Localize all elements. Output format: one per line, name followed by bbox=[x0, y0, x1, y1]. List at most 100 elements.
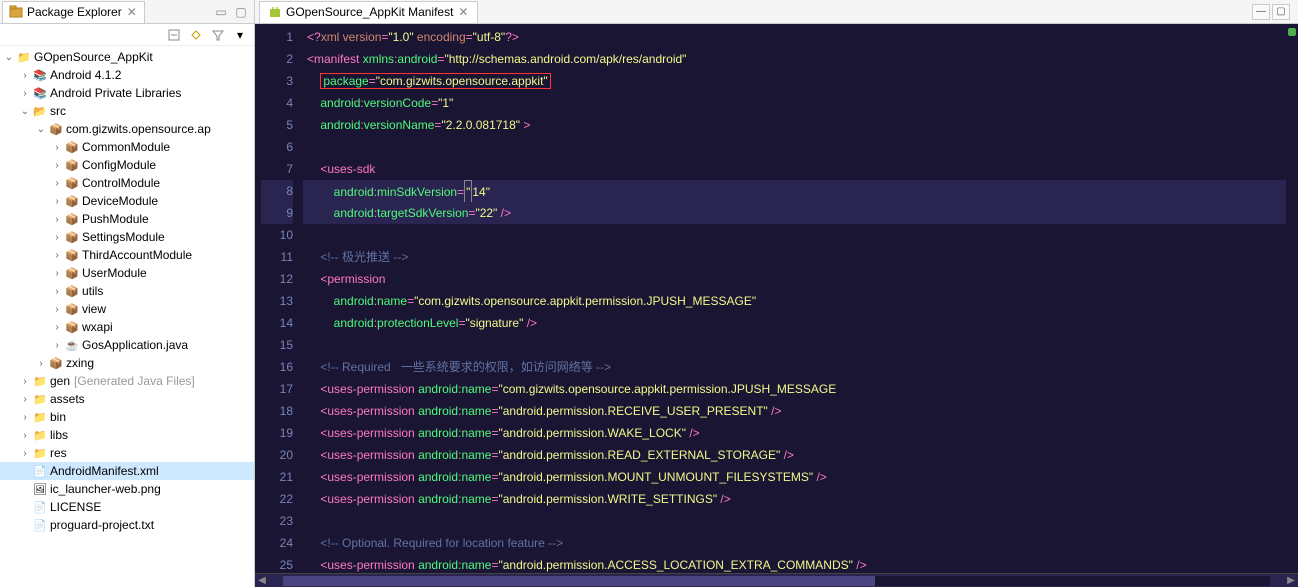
code-line[interactable]: <!-- 极光推送 --> bbox=[303, 246, 1286, 268]
twisty-collapsed-icon[interactable]: › bbox=[18, 412, 32, 423]
line-number[interactable]: 3 bbox=[261, 70, 293, 92]
twisty-collapsed-icon[interactable]: › bbox=[50, 160, 64, 171]
code-line[interactable]: android:targetSdkVersion="22" /> bbox=[303, 202, 1286, 224]
code-line[interactable]: <manifest xmlns:android="http://schemas.… bbox=[303, 48, 1286, 70]
line-number[interactable]: 8 bbox=[261, 180, 293, 202]
line-number[interactable]: 23 bbox=[261, 510, 293, 532]
line-number[interactable]: 4 bbox=[261, 92, 293, 114]
tree-row[interactable]: 📄proguard-project.txt bbox=[0, 516, 254, 534]
code-line[interactable]: android:minSdkVersion="14" bbox=[303, 180, 1286, 202]
line-number[interactable]: 5 bbox=[261, 114, 293, 136]
twisty-collapsed-icon[interactable]: › bbox=[18, 394, 32, 405]
twisty-expanded-icon[interactable]: ⌄ bbox=[18, 106, 32, 117]
tree-row[interactable]: ›📁bin bbox=[0, 408, 254, 426]
code-line[interactable]: <uses-permission android:name="android.p… bbox=[303, 488, 1286, 510]
tree-row[interactable]: ›📦CommonModule bbox=[0, 138, 254, 156]
line-number[interactable]: 14 bbox=[261, 312, 293, 334]
minimize-icon[interactable]: ▭ bbox=[214, 5, 228, 19]
tree-row[interactable]: ›📁libs bbox=[0, 426, 254, 444]
tree-row[interactable]: ⌄📁GOpenSource_AppKit bbox=[0, 48, 254, 66]
code-line[interactable]: <?xml version="1.0" encoding="utf-8"?> bbox=[303, 26, 1286, 48]
line-number[interactable]: 13 bbox=[261, 290, 293, 312]
code-line[interactable]: <uses-sdk bbox=[303, 158, 1286, 180]
twisty-collapsed-icon[interactable]: › bbox=[18, 376, 32, 387]
tree-row[interactable]: ›📚Android 4.1.2 bbox=[0, 66, 254, 84]
scroll-track[interactable] bbox=[283, 576, 1270, 586]
code-area[interactable]: <?xml version="1.0" encoding="utf-8"?><m… bbox=[303, 24, 1286, 573]
twisty-collapsed-icon[interactable]: › bbox=[50, 250, 64, 261]
twisty-collapsed-icon[interactable]: › bbox=[18, 88, 32, 99]
tree-row[interactable]: ›📦utils bbox=[0, 282, 254, 300]
code-line[interactable]: android:protectionLevel="signature" /> bbox=[303, 312, 1286, 334]
close-tab-icon[interactable]: ✕ bbox=[126, 6, 138, 18]
twisty-collapsed-icon[interactable]: › bbox=[50, 178, 64, 189]
code-line[interactable]: <uses-permission android:name="android.p… bbox=[303, 422, 1286, 444]
twisty-collapsed-icon[interactable]: › bbox=[18, 70, 32, 81]
code-line[interactable]: <uses-permission android:name="android.p… bbox=[303, 444, 1286, 466]
code-line[interactable]: android:name="com.gizwits.opensource.app… bbox=[303, 290, 1286, 312]
tree-row[interactable]: ⌄📂src bbox=[0, 102, 254, 120]
line-number[interactable]: 7 bbox=[261, 158, 293, 180]
tree-row[interactable]: ›📁gen [Generated Java Files] bbox=[0, 372, 254, 390]
twisty-collapsed-icon[interactable]: › bbox=[50, 232, 64, 243]
line-number[interactable]: 12 bbox=[261, 268, 293, 290]
code-line[interactable]: android:versionName="2.2.0.081718" > bbox=[303, 114, 1286, 136]
project-tree[interactable]: ⌄📁GOpenSource_AppKit›📚Android 4.1.2›📚And… bbox=[0, 46, 254, 587]
tree-row[interactable]: ›📦ConfigModule bbox=[0, 156, 254, 174]
twisty-collapsed-icon[interactable]: › bbox=[18, 448, 32, 459]
code-line[interactable]: <!-- Required 一些系统要求的权限，如访问网络等 --> bbox=[303, 356, 1286, 378]
twisty-collapsed-icon[interactable]: › bbox=[50, 340, 64, 351]
twisty-collapsed-icon[interactable]: › bbox=[50, 268, 64, 279]
twisty-collapsed-icon[interactable]: › bbox=[18, 430, 32, 441]
tree-row[interactable]: 🖼ic_launcher-web.png bbox=[0, 480, 254, 498]
filter-icon[interactable] bbox=[210, 27, 226, 43]
line-number[interactable]: 2 bbox=[261, 48, 293, 70]
twisty-collapsed-icon[interactable]: › bbox=[50, 214, 64, 225]
tree-row[interactable]: ›📁res bbox=[0, 444, 254, 462]
code-line[interactable]: <!-- Optional. Required for location fea… bbox=[303, 532, 1286, 554]
code-line[interactable] bbox=[303, 334, 1286, 356]
code-line[interactable]: <uses-permission android:name="android.p… bbox=[303, 466, 1286, 488]
code-line[interactable]: package="com.gizwits.opensource.appkit" bbox=[303, 70, 1286, 92]
editor-minimize-icon[interactable]: — bbox=[1252, 4, 1270, 20]
overview-ruler[interactable] bbox=[1286, 24, 1298, 573]
line-number[interactable]: 10 bbox=[261, 224, 293, 246]
line-number[interactable]: 16 bbox=[261, 356, 293, 378]
tree-row[interactable]: ›📦view bbox=[0, 300, 254, 318]
tree-row[interactable]: ›📚Android Private Libraries bbox=[0, 84, 254, 102]
line-number[interactable]: 9 bbox=[261, 202, 293, 224]
tree-row[interactable]: ›📦wxapi bbox=[0, 318, 254, 336]
code-line[interactable]: android:versionCode="1" bbox=[303, 92, 1286, 114]
horizontal-scrollbar[interactable]: ◀ ▶ bbox=[255, 573, 1298, 587]
line-number[interactable]: 25 bbox=[261, 554, 293, 573]
link-editor-icon[interactable] bbox=[188, 27, 204, 43]
line-number[interactable]: 1 bbox=[261, 26, 293, 48]
code-editor[interactable]: 1234567891011121314151617181920212223242… bbox=[255, 24, 1298, 573]
twisty-collapsed-icon[interactable]: › bbox=[50, 286, 64, 297]
twisty-expanded-icon[interactable]: ⌄ bbox=[34, 124, 48, 135]
twisty-collapsed-icon[interactable]: › bbox=[50, 322, 64, 333]
line-number[interactable]: 11 bbox=[261, 246, 293, 268]
tree-row[interactable]: ›📦UserModule bbox=[0, 264, 254, 282]
twisty-collapsed-icon[interactable]: › bbox=[50, 304, 64, 315]
code-line[interactable] bbox=[303, 136, 1286, 158]
tree-row[interactable]: ›📦DeviceModule bbox=[0, 192, 254, 210]
twisty-collapsed-icon[interactable]: › bbox=[34, 358, 48, 369]
code-line[interactable]: <uses-permission android:name="android.p… bbox=[303, 554, 1286, 573]
code-line[interactable]: <uses-permission android:name="com.gizwi… bbox=[303, 378, 1286, 400]
tree-row[interactable]: ›📦SettingsModule bbox=[0, 228, 254, 246]
line-number[interactable]: 15 bbox=[261, 334, 293, 356]
editor-maximize-icon[interactable]: ▢ bbox=[1272, 4, 1290, 20]
package-explorer-tab[interactable]: Package Explorer ✕ bbox=[2, 1, 145, 23]
code-line[interactable]: <permission bbox=[303, 268, 1286, 290]
tree-row[interactable]: ›📦ThirdAccountModule bbox=[0, 246, 254, 264]
tree-row[interactable]: ⌄📦com.gizwits.opensource.ap bbox=[0, 120, 254, 138]
tree-row[interactable]: 📄LICENSE bbox=[0, 498, 254, 516]
scroll-right-arrow[interactable]: ▶ bbox=[1284, 575, 1298, 586]
tree-row[interactable]: ›📁assets bbox=[0, 390, 254, 408]
collapse-all-icon[interactable] bbox=[166, 27, 182, 43]
tree-row[interactable]: ›📦PushModule bbox=[0, 210, 254, 228]
view-menu-icon[interactable]: ▾ bbox=[232, 27, 248, 43]
tree-row[interactable]: ›📦zxing bbox=[0, 354, 254, 372]
tree-row[interactable]: ›📦ControlModule bbox=[0, 174, 254, 192]
